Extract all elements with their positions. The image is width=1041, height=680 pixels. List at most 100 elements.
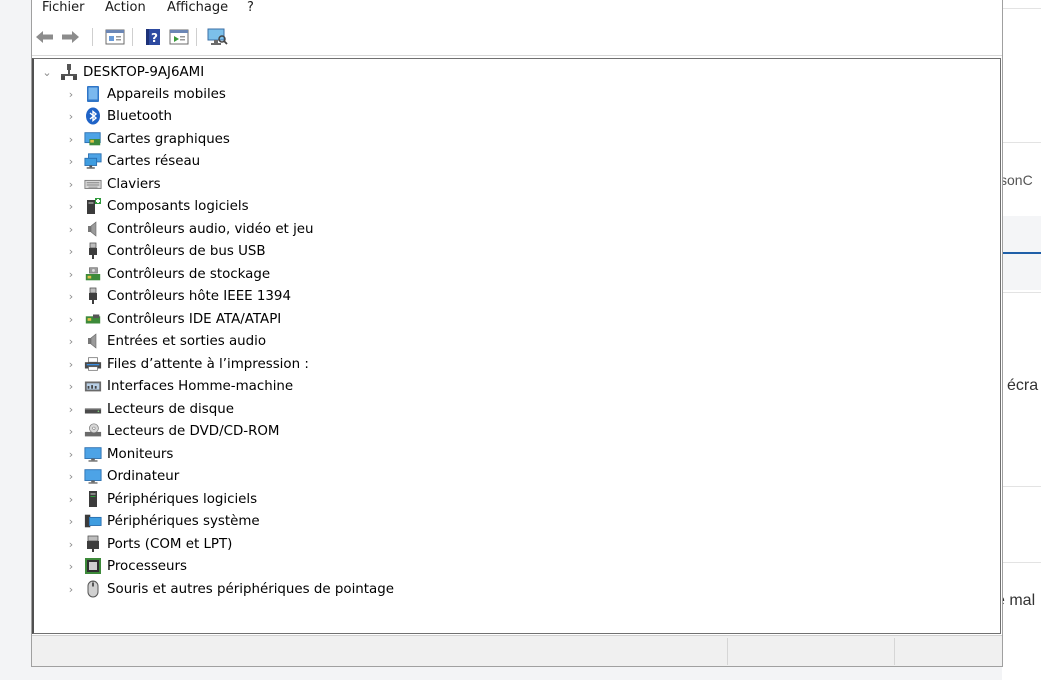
tree-item-label: Entrées et sorties audio [107, 333, 267, 349]
storage-controller-icon [84, 265, 102, 283]
chevron-right-icon[interactable]: › [64, 470, 78, 483]
chevron-right-icon[interactable]: › [64, 133, 78, 146]
tree-item-label: Contrôleurs IDE ATA/ATAPI [107, 311, 282, 327]
tree-item-impression[interactable]: › Files d’attente à l’impression : [64, 353, 309, 375]
chevron-right-icon[interactable]: › [64, 223, 78, 236]
tree-item-label: Contrôleurs de bus USB [107, 243, 266, 259]
tree-item-appareils-mobiles[interactable]: › Appareils mobiles [64, 83, 226, 105]
update-driver-button[interactable] [168, 26, 190, 48]
properties-icon [105, 29, 125, 45]
tree-item-label: Ports (COM et LPT) [107, 536, 233, 552]
device-tree: ⌄ DESKTOP-9AJ6AMI › Appareils mobiles › … [32, 58, 1001, 634]
chevron-right-icon[interactable]: › [64, 178, 78, 191]
tree-item-label: Processeurs [107, 558, 188, 574]
chevron-right-icon[interactable]: › [64, 88, 78, 101]
divider [1002, 292, 1041, 293]
tree-item-entrees-sorties-audio[interactable]: › Entrées et sorties audio [64, 330, 266, 352]
dvd-drive-icon [84, 422, 102, 440]
computer-network-icon [60, 63, 78, 81]
chevron-right-icon[interactable]: › [64, 358, 78, 371]
toolbar-separator [92, 28, 93, 46]
update-driver-icon [169, 29, 189, 45]
chevron-right-icon[interactable]: › [64, 313, 78, 326]
chevron-right-icon[interactable]: › [64, 425, 78, 438]
tree-item-label: Contrôleurs audio, vidéo et jeu [107, 221, 314, 237]
tree-item-processeurs[interactable]: › Processeurs [64, 555, 187, 577]
chevron-right-icon[interactable]: › [64, 200, 78, 213]
tree-item-dvd[interactable]: › Lecteurs de DVD/CD-ROM [64, 420, 279, 442]
tree-item-bluetooth[interactable]: › Bluetooth [64, 105, 172, 127]
chevron-right-icon[interactable]: › [64, 448, 78, 461]
tree-item-ordinateur[interactable]: › Ordinateur [64, 465, 179, 487]
mobile-device-icon [84, 85, 102, 103]
audio-io-icon [84, 332, 102, 350]
chevron-right-icon[interactable]: › [64, 245, 78, 258]
chevron-right-icon[interactable]: › [64, 290, 78, 303]
computer-icon [84, 467, 102, 485]
speaker-icon [84, 220, 102, 238]
root-label: DESKTOP-9AJ6AMI [83, 64, 205, 80]
tree-item-moniteurs[interactable]: › Moniteurs [64, 443, 173, 465]
port-icon [84, 535, 102, 553]
tree-item-lecteurs-disque[interactable]: › Lecteurs de disque [64, 398, 234, 420]
back-button[interactable] [34, 26, 56, 48]
tree-item-label: Périphériques logiciels [107, 491, 258, 507]
tree-item-label: Appareils mobiles [107, 86, 226, 102]
chevron-right-icon[interactable]: › [64, 268, 78, 281]
tree-item-label: Composants logiciels [107, 198, 249, 214]
tree-item-peripheriques-logiciels[interactable]: › Périphériques logiciels [64, 488, 257, 510]
tree-item-cartes-reseau[interactable]: › Cartes réseau [64, 150, 200, 172]
chevron-right-icon[interactable]: › [64, 155, 78, 168]
tree-item-label: Claviers [107, 176, 161, 192]
tree-item-label: Cartes réseau [107, 153, 201, 169]
background-accent-line [1002, 252, 1041, 254]
toolbar-separator [132, 28, 133, 46]
tree-item-hid[interactable]: › Interfaces Homme-machine [64, 375, 293, 397]
keyboard-icon [84, 175, 102, 193]
menu-help[interactable]: ? [247, 0, 254, 16]
chevron-right-icon[interactable]: › [64, 538, 78, 551]
scan-hardware-button[interactable] [206, 26, 228, 48]
chevron-right-icon[interactable]: › [64, 583, 78, 596]
chevron-right-icon[interactable]: › [64, 515, 78, 528]
chevron-right-icon[interactable]: › [64, 335, 78, 348]
forward-button[interactable] [59, 26, 81, 48]
tree-item-composants-logiciels[interactable]: › Composants logiciels [64, 195, 249, 217]
toolbar-separator [196, 28, 197, 46]
display-adapter-icon [84, 130, 102, 148]
bluetooth-icon [84, 107, 102, 125]
chevron-right-icon[interactable]: › [64, 560, 78, 573]
tree-item-ieee1394[interactable]: › Contrôleurs hôte IEEE 1394 [64, 285, 291, 307]
tree-item-ports[interactable]: › Ports (COM et LPT) [64, 533, 232, 555]
divider [1002, 142, 1041, 143]
tree-item-cartes-graphiques[interactable]: › Cartes graphiques [64, 128, 230, 150]
tree-item-label: Moniteurs [107, 446, 174, 462]
chevron-down-icon[interactable]: ⌄ [40, 66, 54, 79]
tree-item-souris[interactable]: › Souris et autres périphériques de poin… [64, 578, 394, 600]
tree-item-label: Contrôleurs de stockage [107, 266, 271, 282]
menu-affichage[interactable]: Affichage [167, 0, 228, 16]
disk-drive-icon [84, 400, 102, 418]
tree-item-ide[interactable]: › Contrôleurs IDE ATA/ATAPI [64, 308, 281, 330]
tree-item-label: Ordinateur [107, 468, 180, 484]
tree-item-label: Contrôleurs hôte IEEE 1394 [107, 288, 291, 304]
chevron-right-icon[interactable]: › [64, 403, 78, 416]
tree-item-claviers[interactable]: › Claviers [64, 173, 161, 195]
chevron-right-icon[interactable]: › [64, 110, 78, 123]
toolbar: ? [32, 20, 1002, 56]
help-button[interactable]: ? [142, 26, 164, 48]
menu-action[interactable]: Action [105, 0, 146, 16]
tree-item-stockage[interactable]: › Contrôleurs de stockage [64, 263, 270, 285]
chevron-right-icon[interactable]: › [64, 493, 78, 506]
properties-button[interactable] [104, 26, 126, 48]
menu-fichier[interactable]: Fichier [42, 0, 85, 16]
tree-item-label: Files d’attente à l’impression : [107, 356, 309, 372]
divider [1002, 562, 1041, 563]
svg-text:?: ? [151, 31, 158, 45]
tree-item-controleurs-audio[interactable]: › Contrôleurs audio, vidéo et jeu [64, 218, 314, 240]
tree-item-usb[interactable]: › Contrôleurs de bus USB [64, 240, 266, 262]
monitor-icon [84, 445, 102, 463]
tree-item-peripheriques-systeme[interactable]: › Périphériques système [64, 510, 260, 532]
tree-root[interactable]: ⌄ DESKTOP-9AJ6AMI [40, 61, 204, 83]
chevron-right-icon[interactable]: › [64, 380, 78, 393]
